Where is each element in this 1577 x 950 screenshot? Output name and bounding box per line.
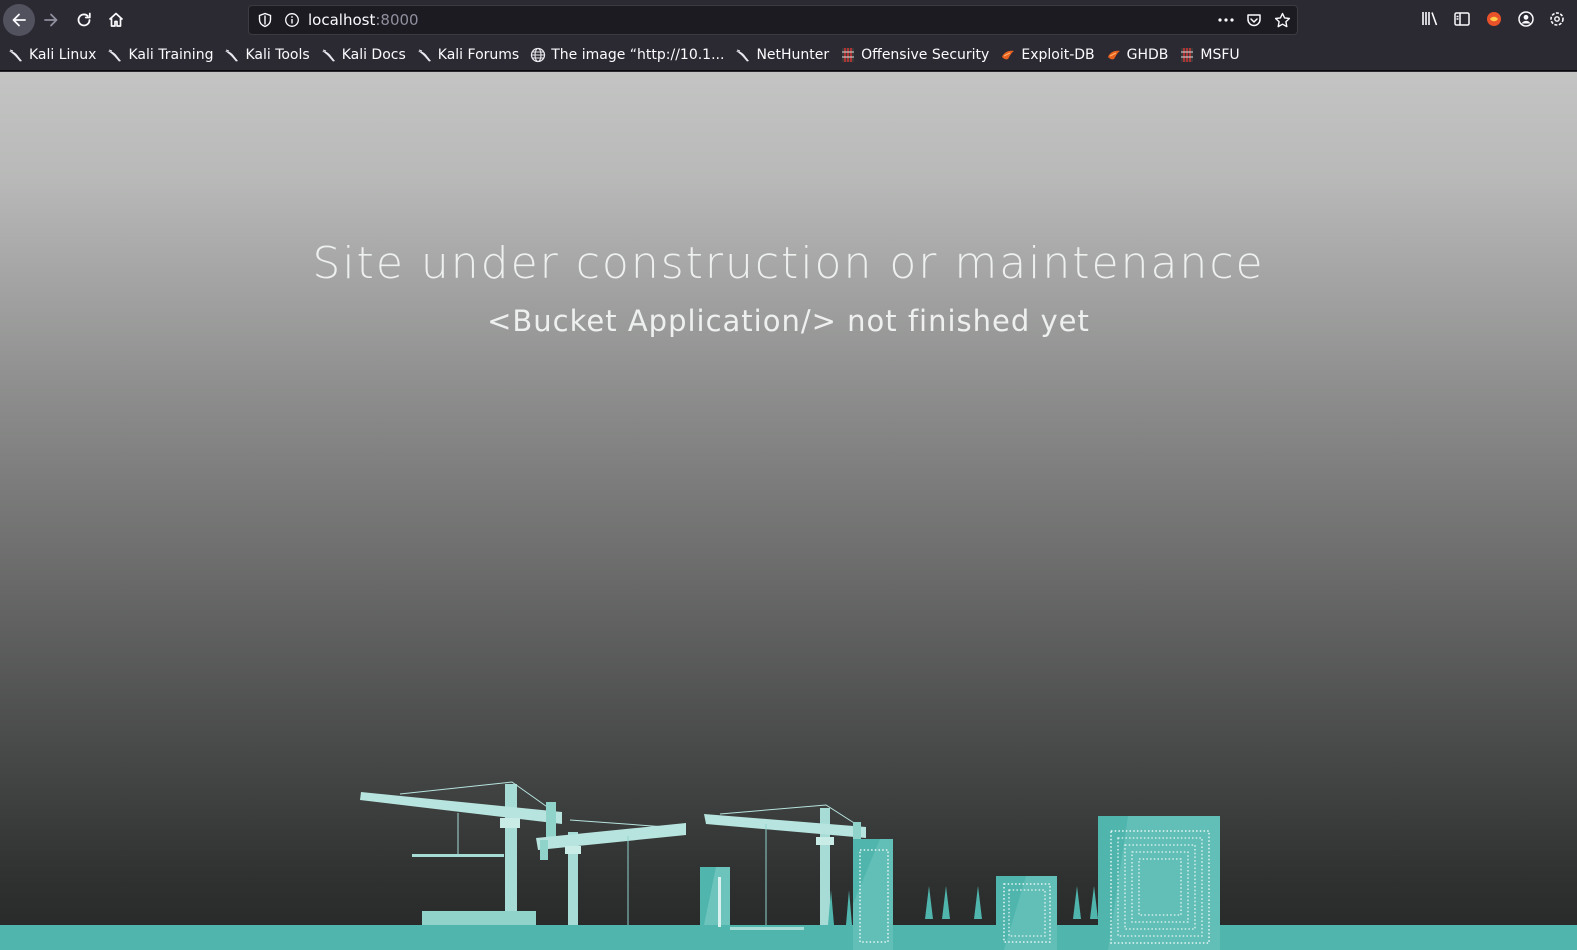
sidebar-icon[interactable]: [1453, 10, 1471, 28]
shield-icon[interactable]: [257, 12, 273, 28]
bookmark-label: Kali Training: [128, 47, 214, 63]
reload-button[interactable]: [68, 4, 100, 36]
bookmark-exploit-db[interactable]: Exploit-DB: [1000, 47, 1095, 63]
construction-illustration: [0, 781, 1577, 950]
kali-dragon-icon: [9, 49, 22, 62]
bookmark-label: Kali Docs: [341, 47, 406, 63]
url-port: :8000: [375, 11, 419, 29]
extension-icon[interactable]: [1485, 10, 1503, 28]
kali-dragon-icon: [321, 49, 335, 62]
page-content: Site under construction or maintenance <…: [0, 72, 1577, 950]
exploitdb-icon: [1002, 50, 1015, 60]
bookmark-kali-training[interactable]: Kali Training: [107, 47, 213, 63]
bookmark-label: The image “http://10.1...: [551, 47, 725, 63]
pocket-icon[interactable]: [1246, 12, 1262, 28]
bookmark-label: Exploit-DB: [1021, 47, 1095, 63]
arrow-right-icon: [44, 13, 58, 27]
back-button[interactable]: [3, 4, 35, 36]
info-icon[interactable]: [284, 12, 300, 28]
crane-mid: [536, 819, 686, 925]
arrow-left-icon: [12, 13, 26, 27]
url-host: localhost: [308, 11, 376, 29]
bookmark-label: GHDB: [1126, 47, 1169, 63]
kali-dragon-icon: [225, 49, 239, 62]
browser-toolbar: localhost:8000: [0, 0, 1577, 40]
kali-dragon-icon: [108, 49, 122, 62]
offsec-icon: [1181, 48, 1194, 62]
globe-icon: [531, 47, 546, 63]
url-bar[interactable]: localhost:8000: [248, 5, 1298, 35]
kali-dragon-icon: [736, 49, 750, 62]
bookmark-label: Kali Forums: [437, 47, 520, 63]
exploitdb-icon: [1107, 50, 1120, 60]
bookmarks-toolbar: Kali Linux Kali Training Kali Tools Kali…: [0, 40, 1577, 71]
building-tower: [853, 839, 893, 950]
crane-left: [360, 781, 562, 925]
library-icon[interactable]: [1421, 10, 1439, 28]
bookmark-kali-tools[interactable]: Kali Tools: [224, 47, 310, 63]
home-button[interactable]: [100, 4, 132, 36]
bookmark-label: NetHunter: [756, 47, 830, 63]
bookmark-label: Kali Tools: [245, 47, 310, 63]
bookmark-ghdb[interactable]: GHDB: [1106, 47, 1169, 63]
bookmark-msfu[interactable]: MSFU: [1179, 47, 1240, 63]
forward-button[interactable]: [35, 4, 67, 36]
bookmark-the-image[interactable]: The image “http://10.1...: [530, 47, 724, 63]
bookmark-offensive-security[interactable]: Offensive Security: [840, 47, 989, 63]
account-icon[interactable]: [1517, 10, 1535, 28]
offsec-icon: [842, 48, 855, 62]
bookmark-kali-linux[interactable]: Kali Linux: [8, 47, 96, 63]
kali-dragon-icon: [417, 49, 431, 62]
bookmark-label: Kali Linux: [29, 47, 97, 63]
settings-gear-icon[interactable]: [1548, 10, 1566, 28]
bookmark-nethunter[interactable]: NetHunter: [735, 47, 829, 63]
bookmark-kali-docs[interactable]: Kali Docs: [321, 47, 406, 63]
url-text[interactable]: localhost:8000: [308, 11, 419, 29]
bookmark-kali-forums[interactable]: Kali Forums: [417, 47, 519, 63]
home-icon: [108, 12, 124, 27]
building-mid: [996, 876, 1057, 950]
bookmark-label: Offensive Security: [861, 47, 990, 63]
reload-icon: [77, 12, 91, 27]
building-large: [1098, 816, 1220, 950]
more-options-icon[interactable]: [1217, 12, 1235, 28]
building-small: [700, 867, 730, 927]
bookmark-label: MSFU: [1200, 47, 1240, 63]
star-bookmark-icon[interactable]: [1274, 12, 1291, 29]
